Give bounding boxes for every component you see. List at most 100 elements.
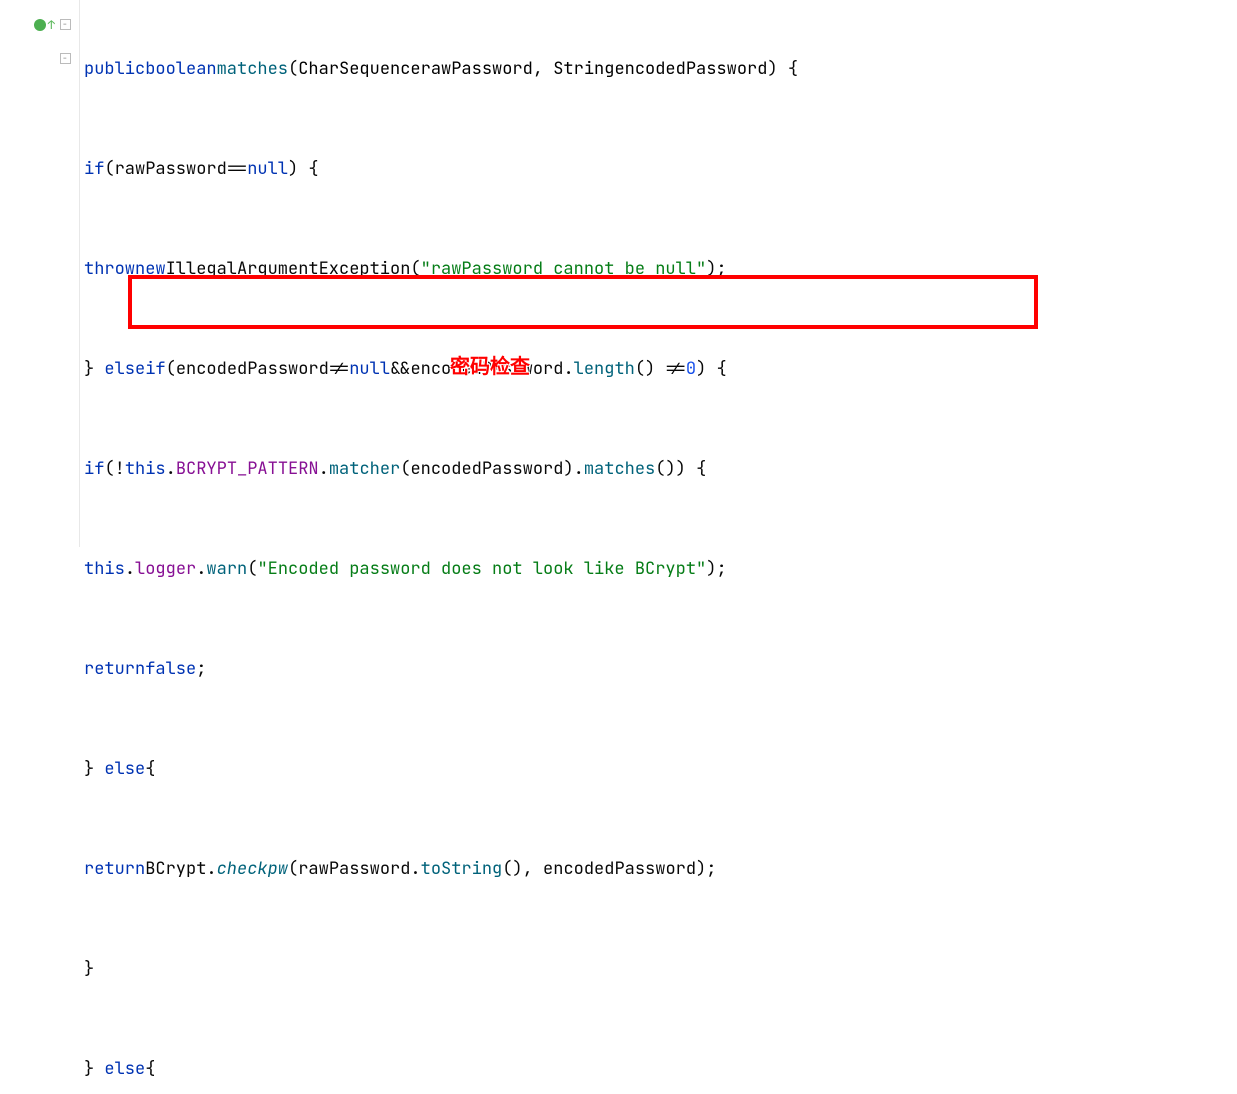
code-editor[interactable]: public boolean matches(CharSequence rawP… (80, 0, 1237, 547)
code-line-10: } (80, 952, 1237, 986)
gutter-line (0, 379, 79, 413)
punct: { (145, 1058, 155, 1080)
punct: ; (196, 658, 206, 680)
param: rawPassword (421, 58, 533, 80)
code-line-11: } else { (80, 1052, 1237, 1086)
punct: , (533, 58, 553, 80)
code-line-7: return false; (80, 652, 1237, 686)
punct: ) { (288, 158, 319, 180)
op: ! (115, 458, 125, 480)
gutter-line (0, 109, 79, 143)
punct: . (563, 358, 573, 380)
punct: ( (288, 858, 298, 880)
method: toString (421, 858, 503, 880)
keyword: null (349, 358, 390, 380)
fold-icon[interactable]: − (60, 53, 71, 64)
gutter-line (0, 278, 79, 312)
field: logger (135, 558, 196, 580)
method: length (574, 358, 635, 380)
punct: ( (166, 358, 176, 380)
method: matcher (329, 458, 400, 480)
field: BCRYPT_PATTERN (176, 458, 319, 480)
string: "Encoded password does not look like BCr… (257, 558, 706, 580)
keyword: null (247, 158, 288, 180)
punct: ( (104, 458, 114, 480)
code-line-1: public boolean matches(CharSequence rawP… (80, 52, 1237, 86)
punct: ); (706, 558, 726, 580)
override-arrow-icon: ↑ (48, 17, 55, 33)
keyword: if (84, 158, 104, 180)
gutter: ↑ − − (0, 0, 80, 547)
punct: . (410, 858, 420, 880)
punct: ( (247, 558, 257, 580)
punct: } (84, 1058, 104, 1080)
fold-icon[interactable]: − (60, 19, 71, 30)
keyword: public (84, 58, 145, 80)
gutter-line: ↑ − (0, 8, 79, 42)
punct: ( (410, 258, 420, 280)
gutter-line (0, 176, 79, 210)
method: warn (206, 558, 247, 580)
gutter-line (0, 75, 79, 109)
punct: . (125, 558, 135, 580)
type: CharSequence (298, 58, 420, 80)
punct: . (196, 558, 206, 580)
op: == (227, 158, 247, 180)
punct: ( (104, 158, 114, 180)
keyword: return (84, 858, 145, 880)
keyword: new (135, 258, 166, 280)
class: BCrypt (145, 858, 206, 880)
gutter-line (0, 513, 79, 547)
punct: ) { (767, 58, 798, 80)
punct: ). (563, 458, 583, 480)
method-name: matches (217, 58, 288, 80)
class: IllegalArgumentException (166, 258, 411, 280)
method: checkpw (217, 858, 288, 880)
punct: . (206, 858, 216, 880)
var: rawPassword (298, 858, 410, 880)
punct: } (84, 758, 104, 780)
keyword: return (84, 658, 145, 680)
code-line-6: this.logger.warn("Encoded password does … (80, 552, 1237, 586)
var: rawPassword (115, 158, 227, 180)
op: && (390, 358, 410, 380)
annotation-label: 密码检查 (450, 350, 530, 379)
code-line-3: throw new IllegalArgumentException("rawP… (80, 252, 1237, 286)
gutter-line (0, 210, 79, 244)
gutter-line: − (0, 42, 79, 76)
keyword: throw (84, 258, 135, 280)
param: encodedPassword (614, 58, 767, 80)
punct: ); (706, 258, 726, 280)
gutter-line (0, 345, 79, 379)
punct: ) { (696, 358, 727, 380)
gutter-line (0, 480, 79, 514)
var: encodedPassword (543, 858, 696, 880)
code-line-9: return BCrypt.checkpw(rawPassword.toStri… (80, 852, 1237, 886)
string: "rawPassword cannot be null" (421, 258, 707, 280)
code-line-4: } else if (encodedPassword != null && en… (80, 352, 1237, 386)
gutter-line (0, 446, 79, 480)
punct: () (635, 358, 666, 380)
keyword: else (104, 358, 145, 380)
gutter-line (0, 143, 79, 177)
punct: ( (288, 58, 298, 80)
keyword: this (125, 458, 166, 480)
punct: ()) { (655, 458, 706, 480)
punct: . (319, 458, 329, 480)
keyword: if (145, 358, 165, 380)
keyword: if (84, 458, 104, 480)
punct: . (166, 458, 176, 480)
type: String (553, 58, 614, 80)
op: != (665, 358, 685, 380)
gutter-line (0, 244, 79, 278)
code-line-8: } else { (80, 752, 1237, 786)
override-icon[interactable] (33, 18, 47, 32)
punct: ); (696, 858, 716, 880)
punct: { (145, 758, 155, 780)
method: matches (584, 458, 655, 480)
keyword: boolean (145, 58, 216, 80)
keyword: this (84, 558, 125, 580)
punct: (), (502, 858, 543, 880)
op: != (329, 358, 349, 380)
gutter-line (0, 311, 79, 345)
